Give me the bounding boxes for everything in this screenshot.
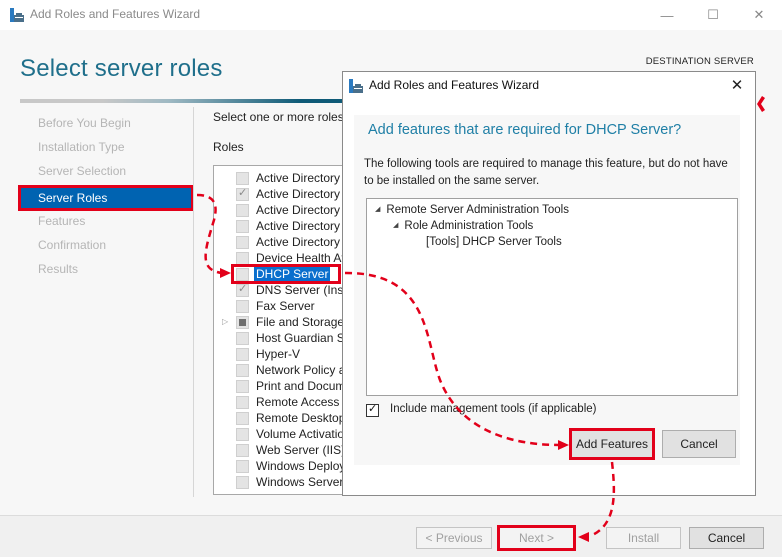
role-label: Hyper-V <box>256 347 301 361</box>
wizard-window: Add Roles and Features Wizard — ☐ ✕ Sele… <box>0 0 782 557</box>
role-label: Print and Docum <box>256 379 346 393</box>
server-manager-icon <box>10 8 24 22</box>
header-accent-bar <box>20 99 350 103</box>
role-checkbox[interactable] <box>236 428 249 441</box>
close-icon: ✕ <box>730 77 744 94</box>
role-label: Remote Access <box>256 395 340 409</box>
minimize-button[interactable]: — <box>644 0 690 30</box>
expanded-triangle-icon[interactable]: ◢ <box>375 206 380 213</box>
role-checkbox[interactable] <box>236 282 249 297</box>
add-features-button[interactable]: Add Features <box>569 428 655 460</box>
step-server-selection[interactable]: Server Selection <box>18 161 194 185</box>
role-label: Active Directory <box>256 171 341 185</box>
dialog-close-button[interactable]: ✕ <box>725 74 749 96</box>
step-server-roles[interactable]: Server Roles <box>18 185 194 211</box>
role-label: Network Policy a <box>256 363 346 377</box>
include-management-tools-checkbox[interactable] <box>366 402 379 417</box>
server-manager-icon <box>349 79 363 93</box>
dhcp-highlight-box <box>231 264 341 284</box>
dialog-heading: Add features that are required for DHCP … <box>368 122 682 138</box>
role-checkbox[interactable] <box>236 316 249 329</box>
role-checkbox[interactable] <box>236 460 249 473</box>
tree-item[interactable]: ◢ Remote Server Administration Tools <box>375 202 569 218</box>
roles-heading: Roles <box>213 140 244 154</box>
tree-item[interactable]: ◢ Role Administration Tools <box>393 218 533 234</box>
close-button[interactable]: ✕ <box>736 0 782 30</box>
step-results[interactable]: Results <box>18 259 194 283</box>
close-icon: ✕ <box>753 7 765 22</box>
role-checkbox[interactable] <box>236 348 249 361</box>
role-checkbox[interactable] <box>236 444 249 457</box>
role-label: Active Directory <box>256 235 341 249</box>
role-label: Active Directory <box>256 203 341 217</box>
arrowhead-offscreen <box>757 96 765 112</box>
role-checkbox[interactable] <box>236 364 249 377</box>
role-label: Windows Deploy <box>256 459 346 473</box>
install-button[interactable]: Install <box>606 527 681 549</box>
step-features[interactable]: Features <box>18 211 194 235</box>
dialog-body: Add features that are required for DHCP … <box>354 115 740 465</box>
wizard-steps: Before You Begin Installation Type Serve… <box>18 113 194 283</box>
steps-divider <box>193 107 194 497</box>
previous-button[interactable]: < Previous <box>416 527 492 549</box>
role-checkbox[interactable] <box>236 332 249 345</box>
role-checkbox[interactable] <box>236 236 249 249</box>
role-checkbox[interactable] <box>236 396 249 409</box>
step-before-you-begin[interactable]: Before You Begin <box>18 113 194 137</box>
role-checkbox[interactable] <box>236 300 249 313</box>
role-label: Remote Desktop <box>256 411 346 425</box>
expanded-triangle-icon[interactable]: ◢ <box>393 222 398 229</box>
role-label: Web Server (IIS) <box>256 443 346 457</box>
role-label: DNS Server (Inst <box>256 283 347 297</box>
role-checkbox[interactable] <box>236 220 249 233</box>
role-label: Windows Server <box>256 475 344 489</box>
include-management-tools-label: Include management tools (if applicable) <box>390 403 597 415</box>
role-label: File and Storage <box>256 315 345 329</box>
dialog-title: Add Roles and Features Wizard <box>369 78 540 92</box>
minimize-icon: — <box>660 7 674 23</box>
role-checkbox[interactable] <box>236 204 249 217</box>
role-checkbox[interactable] <box>236 380 249 393</box>
maximize-icon: ☐ <box>707 7 719 22</box>
dialog-description: The following tools are required to mana… <box>364 158 728 187</box>
required-features-tree[interactable]: ◢ Remote Server Administration Tools ◢ Rol… <box>366 198 738 396</box>
intro-text: Select one or more roles <box>213 110 344 124</box>
tree-item[interactable]: [Tools] DHCP Server Tools <box>426 234 562 250</box>
maximize-button[interactable]: ☐ <box>690 0 736 30</box>
role-label: Volume Activatio <box>256 427 345 441</box>
next-button[interactable]: Next > <box>497 525 576 551</box>
role-label: Active Directory <box>256 187 341 201</box>
expand-arrow-icon[interactable]: ▷ <box>222 317 228 326</box>
dialog-cancel-button[interactable]: Cancel <box>662 430 736 458</box>
title-bar: Add Roles and Features Wizard — ☐ ✕ <box>0 0 782 30</box>
cancel-button[interactable]: Cancel <box>689 527 764 549</box>
window-title: Add Roles and Features Wizard <box>30 7 201 21</box>
role-label: Fax Server <box>256 299 315 313</box>
role-checkbox[interactable] <box>236 412 249 425</box>
role-label: Active Directory <box>256 219 341 233</box>
role-label: Host Guardian Se <box>256 331 352 345</box>
role-checkbox[interactable] <box>236 476 249 489</box>
step-installation-type[interactable]: Installation Type <box>18 137 194 161</box>
destination-server-label: DESTINATION SERVER <box>645 56 754 67</box>
page-title: Select server roles <box>20 55 223 82</box>
role-checkbox[interactable] <box>236 172 249 185</box>
role-checkbox[interactable] <box>236 186 249 201</box>
step-confirmation[interactable]: Confirmation <box>18 235 194 259</box>
